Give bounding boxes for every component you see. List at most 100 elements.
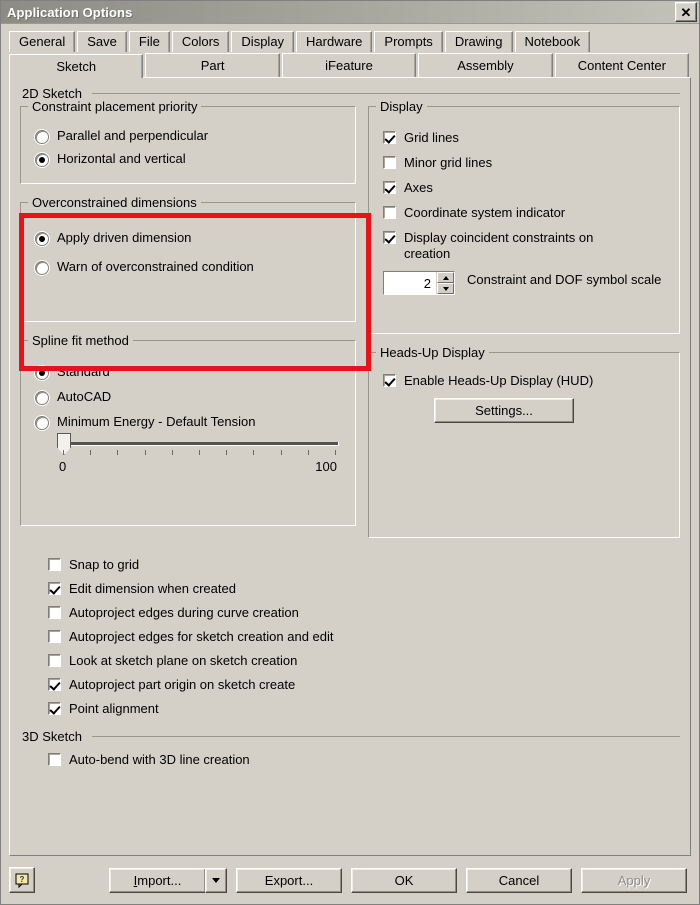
sketch-option-checkbox[interactable] bbox=[48, 582, 61, 595]
tab-content-center[interactable]: Content Center bbox=[554, 53, 690, 77]
hud-enable-row[interactable]: Enable Heads-Up Display (HUD) bbox=[379, 373, 669, 389]
hud-enable-label: Enable Heads-Up Display (HUD) bbox=[404, 373, 594, 388]
sketch3d-options-list: Auto-bend with 3D line creation bbox=[44, 752, 680, 768]
tension-slider[interactable]: 0 100 bbox=[57, 433, 339, 474]
ok-button[interactable]: OK bbox=[351, 867, 457, 893]
chevron-up-icon bbox=[442, 275, 449, 280]
cancel-button[interactable]: Cancel bbox=[466, 867, 572, 893]
group-legend: Heads-Up Display bbox=[376, 345, 489, 360]
overconstrained-option-row[interactable]: Warn of overconstrained condition bbox=[31, 259, 345, 275]
slider-tick bbox=[307, 450, 309, 455]
constraint-priority-radio[interactable] bbox=[35, 153, 49, 167]
tab-general[interactable]: General bbox=[9, 31, 76, 52]
sketch-option-checkbox[interactable] bbox=[48, 654, 61, 667]
spline-fit-option-row[interactable]: Standard bbox=[31, 364, 345, 380]
divider-rule bbox=[91, 736, 680, 737]
tab-display[interactable]: Display bbox=[231, 31, 295, 52]
tab-row-secondary: Sketch Part iFeature Assembly Content Center bbox=[9, 52, 691, 78]
slider-tick bbox=[280, 450, 282, 455]
slider-tick bbox=[199, 450, 200, 455]
slider-tick bbox=[63, 450, 64, 455]
constraint-priority-option-row[interactable]: Parallel and perpendicular bbox=[31, 128, 345, 144]
symbol-scale-spinner[interactable] bbox=[383, 271, 455, 295]
import-dropdown-button[interactable] bbox=[205, 867, 227, 893]
constraint-priority-option-row[interactable]: Horizontal and vertical bbox=[31, 151, 345, 167]
overconstrained-label: Apply driven dimension bbox=[57, 230, 192, 245]
group-legend: Overconstrained dimensions bbox=[28, 195, 201, 210]
sketch-option-row[interactable]: Look at sketch plane on sketch creation bbox=[44, 653, 680, 669]
tab-notebook[interactable]: Notebook bbox=[514, 31, 591, 52]
sketch-option-label: Autoproject edges during curve creation bbox=[69, 605, 299, 620]
sketch-option-label: Autoproject part origin on sketch create bbox=[69, 677, 296, 692]
display-checkbox[interactable] bbox=[383, 156, 396, 169]
slider-tick bbox=[335, 450, 336, 455]
overconstrained-radio[interactable] bbox=[35, 232, 49, 246]
overconstrained-radio[interactable] bbox=[35, 261, 49, 275]
sketch-option-checkbox[interactable] bbox=[48, 702, 61, 715]
display-checkboxes: Grid lines Minor grid lines Axes Coordinate… bbox=[379, 130, 669, 262]
spline-fit-radio[interactable] bbox=[35, 391, 49, 405]
spinner-down-button[interactable] bbox=[437, 283, 454, 294]
sketch-option-row[interactable]: Autoproject edges for sketch creation an… bbox=[44, 629, 680, 645]
tab-file[interactable]: File bbox=[128, 31, 170, 52]
spinner-buttons bbox=[436, 272, 454, 294]
tab-prompts[interactable]: Prompts bbox=[374, 31, 443, 52]
sketch-option-checkbox[interactable] bbox=[48, 558, 61, 571]
display-checkbox-row[interactable]: Axes bbox=[379, 180, 669, 196]
hud-settings-button[interactable]: Settings... bbox=[434, 398, 574, 423]
sketch-option-row[interactable]: Snap to grid bbox=[44, 557, 680, 573]
hud-enable-checkbox[interactable] bbox=[383, 374, 396, 387]
tab-drawing[interactable]: Drawing bbox=[444, 31, 513, 52]
constraint-priority-radio[interactable] bbox=[35, 130, 49, 144]
sketch-option-checkbox[interactable] bbox=[48, 678, 61, 691]
tab-save[interactable]: Save bbox=[77, 31, 127, 52]
tab-assembly[interactable]: Assembly bbox=[418, 53, 553, 77]
export-button[interactable]: Export... bbox=[236, 867, 342, 893]
section-header-3d-sketch: 3D Sketch bbox=[22, 729, 680, 744]
slider-track[interactable] bbox=[57, 433, 339, 455]
sketch-option-checkbox[interactable] bbox=[48, 606, 61, 619]
import-button[interactable]: Import... bbox=[109, 867, 205, 893]
slider-tick bbox=[117, 450, 119, 455]
display-checkbox-label: Display coincident constraints on creati… bbox=[404, 230, 594, 261]
sketch-option-row[interactable]: Edit dimension when created bbox=[44, 581, 680, 597]
tab-ifeature[interactable]: iFeature bbox=[281, 53, 417, 77]
display-checkbox-row[interactable]: Minor grid lines bbox=[379, 155, 669, 171]
display-checkbox-row[interactable]: Display coincident constraints on creati… bbox=[379, 230, 669, 262]
tab-colors[interactable]: Colors bbox=[171, 31, 230, 52]
slider-tick bbox=[226, 450, 228, 455]
sketch3d-option-row[interactable]: Auto-bend with 3D line creation bbox=[44, 752, 680, 768]
display-checkbox-label: Minor grid lines bbox=[404, 155, 493, 170]
help-icon[interactable]: ? bbox=[9, 867, 35, 893]
sketch-option-label: Autoproject edges for sketch creation an… bbox=[69, 629, 334, 644]
display-checkbox[interactable] bbox=[383, 181, 396, 194]
close-icon[interactable]: ✕ bbox=[675, 2, 697, 22]
overconstrained-option-row[interactable]: Apply driven dimension bbox=[31, 230, 345, 246]
chevron-down-icon bbox=[442, 286, 449, 291]
sketch-option-row[interactable]: Autoproject part origin on sketch create bbox=[44, 677, 680, 693]
display-checkbox-row[interactable]: Coordinate system indicator bbox=[379, 205, 669, 221]
sketch-options-list: Snap to grid Edit dimension when created A… bbox=[44, 557, 680, 717]
spinner-up-button[interactable] bbox=[437, 272, 454, 283]
sketch-option-checkbox[interactable] bbox=[48, 630, 61, 643]
spline-fit-option-row[interactable]: AutoCAD bbox=[31, 389, 345, 405]
constraint-priority-options: Parallel and perpendicular Horizontal and… bbox=[31, 128, 345, 167]
overconstrained-options: Apply driven dimension Warn of overconstr… bbox=[31, 230, 345, 275]
display-checkbox[interactable] bbox=[383, 131, 396, 144]
symbol-scale-input[interactable] bbox=[384, 272, 436, 294]
tab-hardware[interactable]: Hardware bbox=[296, 31, 373, 52]
tab-sketch[interactable]: Sketch bbox=[9, 54, 144, 78]
spline-fit-radio[interactable] bbox=[35, 366, 49, 380]
sketch-option-row[interactable]: Autoproject edges during curve creation bbox=[44, 605, 680, 621]
sketch3d-option-checkbox[interactable] bbox=[48, 753, 61, 766]
display-checkbox[interactable] bbox=[383, 231, 396, 244]
spline-fit-radio[interactable] bbox=[35, 416, 49, 430]
spline-fit-option-row[interactable]: Minimum Energy - Default Tension bbox=[31, 414, 345, 430]
display-checkbox-row[interactable]: Grid lines bbox=[379, 130, 669, 146]
display-checkbox[interactable] bbox=[383, 206, 396, 219]
svg-text:?: ? bbox=[19, 875, 24, 884]
two-column-layout: Constraint placement priority Parallel a… bbox=[20, 99, 680, 549]
tab-part[interactable]: Part bbox=[145, 53, 280, 77]
sketch-option-row[interactable]: Point alignment bbox=[44, 701, 680, 717]
slider-ticks bbox=[63, 450, 336, 458]
